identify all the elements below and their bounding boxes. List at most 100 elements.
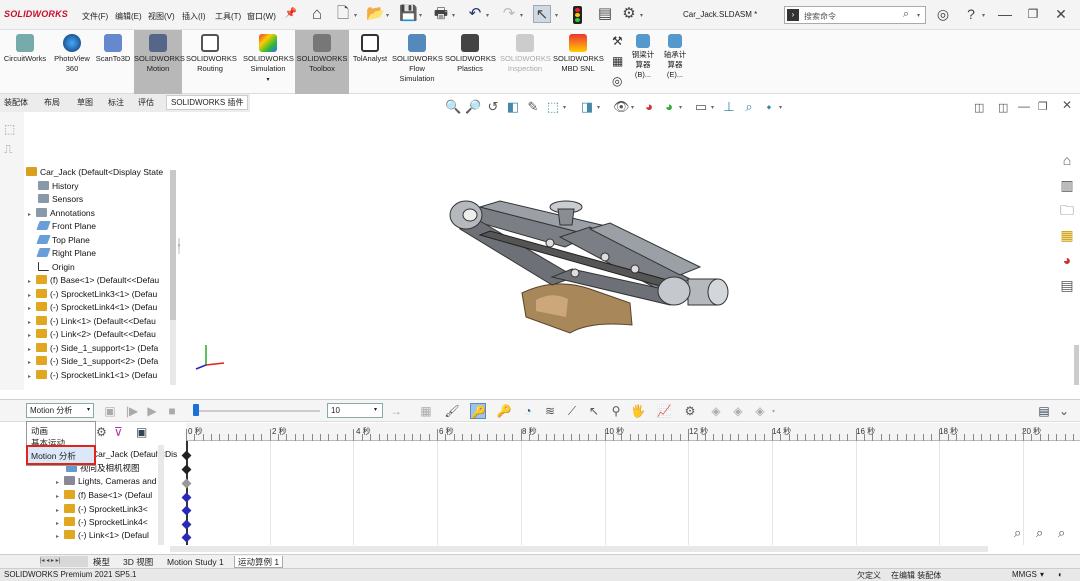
playback-slider-thumb[interactable] bbox=[193, 404, 199, 416]
play-icon[interactable]: ▶ bbox=[144, 403, 160, 419]
design-library-icon[interactable]: ▥ bbox=[1057, 175, 1077, 195]
expand-arrow-icon[interactable]: ▸ bbox=[56, 507, 64, 514]
pin-icon[interactable]: 📌 bbox=[282, 5, 300, 23]
menu-tools[interactable]: 工具(T) bbox=[215, 11, 241, 22]
inspection-button[interactable]: SOLIDWORKS Inspection bbox=[500, 30, 551, 94]
file-properties-icon[interactable]: ▤ bbox=[596, 5, 614, 23]
expand-arrow-icon[interactable]: ▸ bbox=[28, 209, 36, 222]
new-document-icon[interactable]: 🗋 bbox=[334, 5, 352, 23]
motion-tree-component[interactable]: ▸ (-) SprocketLink3< bbox=[56, 504, 148, 514]
viewport-close-icon[interactable]: ✕ bbox=[1062, 98, 1072, 112]
zoom-to-fit-timeline-icon[interactable]: ⌕ bbox=[1014, 525, 1021, 541]
motion-button[interactable]: SOLIDWORKS Motion bbox=[134, 30, 185, 94]
motion-panel-chevron-icon[interactable]: ⌄ bbox=[1056, 403, 1072, 419]
motion-tree-scrollbar[interactable] bbox=[158, 445, 164, 545]
circuitworks-button[interactable]: CircuitWorks bbox=[2, 30, 48, 94]
routing-button[interactable]: SOLIDWORKS Routing bbox=[186, 30, 237, 94]
filter-gear-icon[interactable]: ⚙ bbox=[96, 425, 107, 439]
flow-simulation-button[interactable]: SOLIDWORKS Flow Simulation bbox=[392, 30, 443, 94]
tree-item-component[interactable]: ▸ (-) Side_1_support<1> (Defa bbox=[28, 342, 158, 355]
simulation-setup-dropdown-icon[interactable]: ▾ bbox=[772, 408, 775, 415]
play-from-start-icon[interactable]: |▶ bbox=[124, 403, 140, 419]
minimize-icon[interactable]: — bbox=[996, 5, 1014, 23]
tab-evaluate[interactable]: 评估 bbox=[138, 97, 154, 108]
status-customize-icon[interactable]: ◐ bbox=[1058, 570, 1063, 579]
new-dropdown-icon[interactable]: ▾ bbox=[354, 12, 357, 19]
apply-scene-icon[interactable]: ◕ bbox=[661, 99, 677, 115]
previous-view-icon[interactable]: ↺ bbox=[485, 99, 501, 115]
tree-item-component[interactable]: ▸ (-) Side_1_support<2> (Defa bbox=[28, 355, 158, 368]
zoom-icon[interactable]: ⌕ bbox=[741, 99, 757, 115]
edit-appearance-icon[interactable]: ◕ bbox=[641, 99, 657, 115]
motion-tree-component[interactable]: ▸ (-) Link<1> (Defaul bbox=[56, 530, 149, 540]
menu-edit[interactable]: 编辑(E) bbox=[115, 11, 142, 22]
timeline-scrollbar[interactable] bbox=[170, 546, 988, 552]
zoom-out-timeline-icon[interactable]: ⌕ bbox=[1058, 525, 1065, 541]
solidworks-resources-icon[interactable]: ⌂ bbox=[1057, 150, 1077, 170]
speed-dropdown-icon[interactable]: ▾ bbox=[374, 404, 377, 417]
graphics-viewport[interactable] bbox=[180, 117, 1080, 398]
mbd-snl-button[interactable]: SOLIDWORKS MBD SNL bbox=[553, 30, 604, 94]
motion-study-properties-icon[interactable]: ⚙ bbox=[682, 403, 698, 419]
options-gear-icon[interactable]: ⚙ bbox=[620, 5, 638, 23]
tolanalyst-button[interactable]: TolAnalyst bbox=[350, 30, 390, 94]
expand-arrow-icon[interactable]: ▸ bbox=[56, 520, 64, 527]
study-type-dropdown-icon[interactable]: ▾ bbox=[87, 404, 90, 417]
view-orientation-icon[interactable]: ⬚ bbox=[545, 99, 561, 115]
apply-scene-dropdown-icon[interactable]: ▾ bbox=[679, 104, 682, 111]
motion-tree-lights[interactable]: ▸ Lights, Cameras and bbox=[56, 476, 156, 486]
menu-file[interactable]: 文件(F) bbox=[82, 11, 108, 22]
expand-arrow-icon[interactable]: ▸ bbox=[28, 371, 36, 384]
status-units-dropdown-icon[interactable]: ▾ bbox=[1040, 570, 1044, 579]
search-dropdown-icon[interactable]: ▾ bbox=[917, 12, 920, 19]
tree-item-component[interactable]: ▸ (f) Base<1> (Default<<Defau bbox=[28, 274, 159, 287]
toolbox-sub-icon-3[interactable]: ◎ bbox=[612, 74, 622, 88]
tab-layout[interactable]: 布局 bbox=[44, 97, 60, 108]
display-pane-dropdown-icon[interactable]: ▾ bbox=[779, 104, 782, 111]
toolbox-sub-icon-2[interactable]: ▦ bbox=[612, 54, 623, 68]
expand-arrow-icon[interactable]: ▸ bbox=[56, 533, 64, 540]
tab-motion-study-1[interactable]: Motion Study 1 bbox=[164, 556, 227, 568]
add-update-key-icon[interactable]: 🔑 bbox=[496, 403, 512, 419]
rebuild-traffic-light-icon[interactable] bbox=[573, 6, 582, 24]
spring-icon[interactable]: ≋ bbox=[542, 403, 558, 419]
simulation-button[interactable]: SOLIDWORKS Simulation ▾ bbox=[243, 30, 294, 94]
plastics-button[interactable]: SOLIDWORKS Plastics bbox=[445, 30, 496, 94]
view-settings-dropdown-icon[interactable]: ▾ bbox=[711, 104, 714, 111]
simulation-setup-3-icon[interactable]: ◈ bbox=[752, 403, 768, 419]
menu-insert[interactable]: 插入(I) bbox=[182, 11, 206, 22]
print-icon[interactable]: 🖶 bbox=[432, 5, 450, 23]
study-type-select[interactable]: Motion 分析 ▾ bbox=[26, 403, 94, 418]
redo-icon[interactable]: ↷ bbox=[500, 5, 518, 23]
gravity-icon[interactable]: 🖐 bbox=[630, 403, 646, 419]
tree-scrollbar-thumb[interactable] bbox=[170, 170, 176, 320]
stop-icon[interactable]: ■ bbox=[164, 403, 180, 419]
tab-assembly[interactable]: 装配体 bbox=[4, 97, 28, 108]
zoom-in-timeline-icon[interactable]: ⌕ bbox=[1036, 525, 1043, 541]
sketch-icon[interactable]: ⬚ bbox=[4, 122, 15, 136]
hide-show-dropdown-icon[interactable]: ▾ bbox=[631, 104, 634, 111]
simulation-setup-2-icon[interactable]: ◈ bbox=[730, 403, 746, 419]
undo-dropdown-icon[interactable]: ▾ bbox=[486, 12, 489, 19]
key-point[interactable] bbox=[181, 505, 192, 516]
collapse-motion-manager-icon[interactable]: ▤ bbox=[1036, 403, 1052, 419]
tree-item-right-plane[interactable]: Right Plane bbox=[36, 247, 96, 260]
expand-arrow-icon[interactable]: ▸ bbox=[56, 479, 64, 486]
display-pane-icon[interactable]: ⬩ bbox=[761, 99, 777, 115]
tree-scrollbar[interactable] bbox=[170, 170, 176, 385]
redo-dropdown-icon[interactable]: ▾ bbox=[520, 12, 523, 19]
tree-item-component[interactable]: ▸ (-) SprocketLink3<1> (Defau bbox=[28, 288, 157, 301]
key-point[interactable] bbox=[181, 450, 192, 461]
help-dropdown-icon[interactable]: ▾ bbox=[982, 12, 985, 19]
car-jack-model[interactable] bbox=[180, 117, 1080, 398]
options-dropdown-icon[interactable]: ▾ bbox=[640, 12, 643, 19]
triad-icon[interactable]: ⊥ bbox=[721, 99, 737, 115]
close-icon[interactable]: ✕ bbox=[1052, 5, 1070, 23]
view-palette-icon[interactable]: ▦ bbox=[1057, 225, 1077, 245]
key-point[interactable] bbox=[181, 519, 192, 530]
tree-item-annotations[interactable]: ▸ Annotations bbox=[28, 207, 95, 220]
tree-item-history[interactable]: History bbox=[38, 180, 78, 193]
tree-item-sensors[interactable]: Sensors bbox=[38, 193, 83, 206]
tab-3d-view[interactable]: 3D 视图 bbox=[120, 556, 156, 568]
tree-item-front-plane[interactable]: Front Plane bbox=[36, 220, 96, 233]
